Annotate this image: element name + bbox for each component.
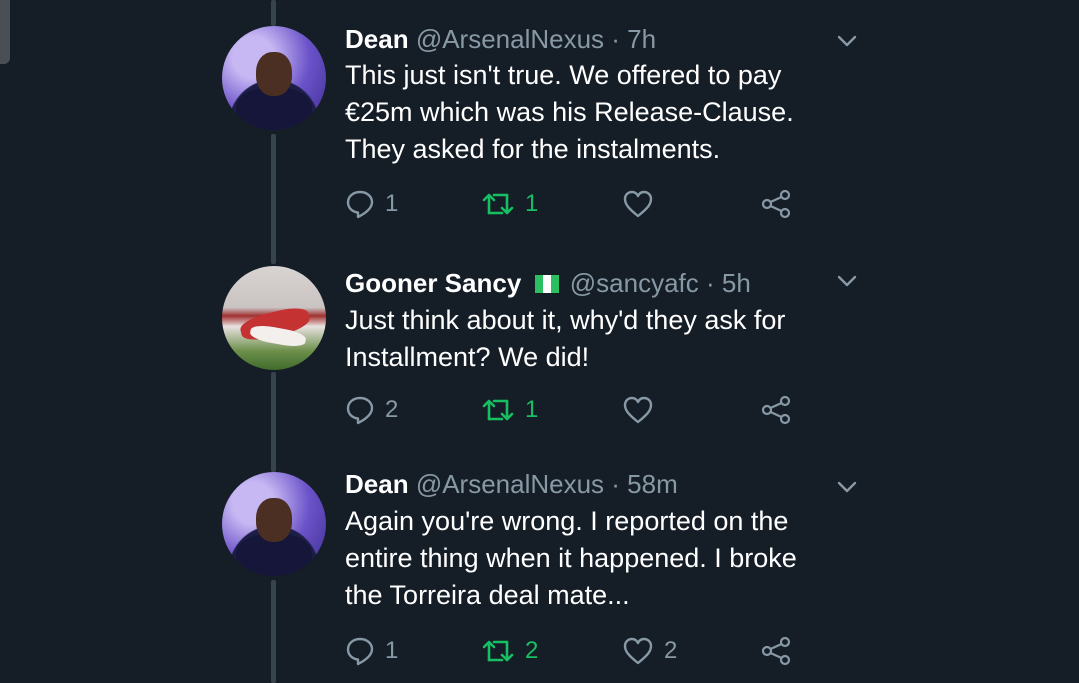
share-icon (761, 395, 791, 425)
display-name[interactable]: Dean (345, 469, 409, 499)
reply-button[interactable]: 1 (345, 634, 398, 668)
share-button[interactable] (760, 634, 792, 668)
avatar[interactable] (222, 266, 326, 370)
reply-count: 1 (385, 190, 399, 217)
timestamp[interactable]: · 58m (611, 469, 677, 499)
tweet-text-line: €25m which was his Release-Clause. (345, 97, 794, 127)
reply-icon (346, 637, 374, 666)
retweet-button[interactable]: 1 (481, 393, 538, 427)
thread-line (271, 580, 276, 683)
tweet-text: Again you're wrong. I reported on the en… (345, 503, 865, 614)
retweet-count: 1 (525, 190, 539, 217)
chevron-down-icon[interactable] (836, 476, 858, 498)
tweet-text-line: Installment? We did! (345, 342, 590, 372)
like-icon (623, 396, 653, 424)
reply-icon (346, 190, 374, 219)
like-icon (623, 637, 653, 665)
retweet-button[interactable]: 2 (481, 634, 538, 668)
share-icon (761, 189, 791, 219)
tweet-header: Dean @ArsenalNexus · 7h (345, 24, 656, 54)
share-button[interactable] (760, 187, 792, 221)
tweet-actions: 1 2 2 (345, 634, 805, 668)
display-name[interactable]: Gooner Sancy (345, 268, 521, 298)
tweet-actions: 1 1 (345, 187, 805, 221)
reply-button[interactable]: 1 (345, 187, 398, 221)
reply-count: 1 (385, 637, 399, 664)
retweet-icon (482, 640, 514, 662)
tweet-text: This just isn't true. We offered to pay … (345, 57, 865, 168)
display-name[interactable]: Dean (345, 24, 409, 54)
like-button[interactable]: 2 (622, 634, 677, 668)
reply-icon (346, 396, 374, 425)
tweet-text: Just think about it, why'd they ask for … (345, 302, 865, 376)
handle[interactable]: @ArsenalNexus (416, 24, 604, 54)
handle[interactable]: @ArsenalNexus (416, 469, 604, 499)
tweet-text-line: Again you're wrong. I reported on the (345, 506, 789, 536)
avatar[interactable] (222, 26, 326, 130)
tweet-text-line: They asked for the instalments. (345, 134, 721, 164)
retweet-button[interactable]: 1 (481, 187, 538, 221)
retweet-icon (482, 193, 514, 215)
reply-count: 2 (385, 396, 399, 423)
tweet-header: Gooner Sancy @sancyafc · 5h (345, 268, 751, 298)
reply-button[interactable]: 2 (345, 393, 398, 427)
tweet[interactable]: Dean @ArsenalNexus · 7h This just isn't … (0, 0, 1079, 240)
retweet-icon (482, 399, 514, 421)
timestamp[interactable]: · 7h (611, 24, 656, 54)
like-icon (623, 190, 653, 218)
retweet-count: 1 (525, 396, 539, 423)
retweet-count: 2 (525, 637, 539, 664)
like-button[interactable] (622, 393, 664, 427)
avatar[interactable] (222, 472, 326, 576)
handle[interactable]: @sancyafc (570, 268, 699, 298)
chevron-down-icon[interactable] (836, 270, 858, 292)
tweet-text-line: entire thing when it happened. I broke (345, 543, 797, 573)
tweet-text-line: This just isn't true. We offered to pay (345, 60, 782, 90)
tweet-actions: 2 1 (345, 393, 805, 427)
tweet-header: Dean @ArsenalNexus · 58m (345, 469, 678, 499)
timestamp[interactable]: · 5h (706, 268, 751, 298)
nigeria-flag-icon (534, 269, 559, 293)
like-count: 2 (664, 637, 678, 664)
share-icon (761, 636, 791, 666)
like-button[interactable] (622, 187, 664, 221)
thread-line (271, 372, 276, 472)
tweet-text-line: the Torreira deal mate... (345, 580, 630, 610)
chevron-down-icon[interactable] (836, 30, 858, 52)
share-button[interactable] (760, 393, 792, 427)
tweet-text-line: Just think about it, why'd they ask for (345, 305, 786, 335)
